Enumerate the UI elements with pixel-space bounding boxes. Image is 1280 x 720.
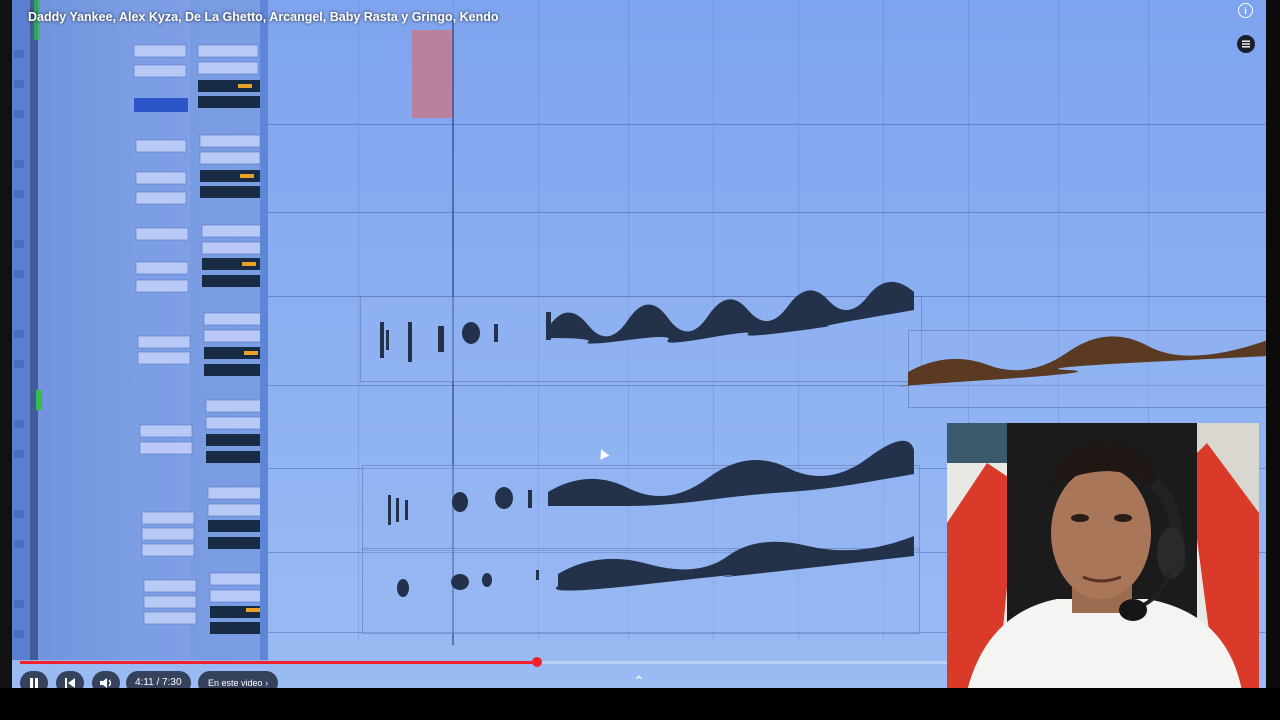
video-title[interactable]: Daddy Yankee, Alex Kyza, De La Ghetto, A… [28,10,499,24]
daw-mixer-divider [260,0,268,660]
playlist-icon[interactable] [1237,35,1255,53]
progress-scrubber[interactable] [532,657,542,667]
screen-bezel-right [1266,0,1280,720]
progress-bar[interactable] [20,657,947,667]
info-icon[interactable]: i [1238,3,1253,18]
webcam-overlay [947,423,1259,691]
chevron-right-icon: › [265,678,269,688]
screen-bezel-left [0,0,12,720]
video-frame[interactable]: Daddy Yankee, Alex Kyza, De La Ghetto, A… [0,0,1280,720]
in-this-video-label: En este video [208,678,263,688]
progress-played [20,661,537,664]
streamer-webcam-image [947,423,1259,691]
letterbox-bottom [0,688,1280,720]
daw-mixer-panel [12,0,272,660]
mixer-strips [12,0,272,660]
list-lines-icon [1242,40,1250,48]
